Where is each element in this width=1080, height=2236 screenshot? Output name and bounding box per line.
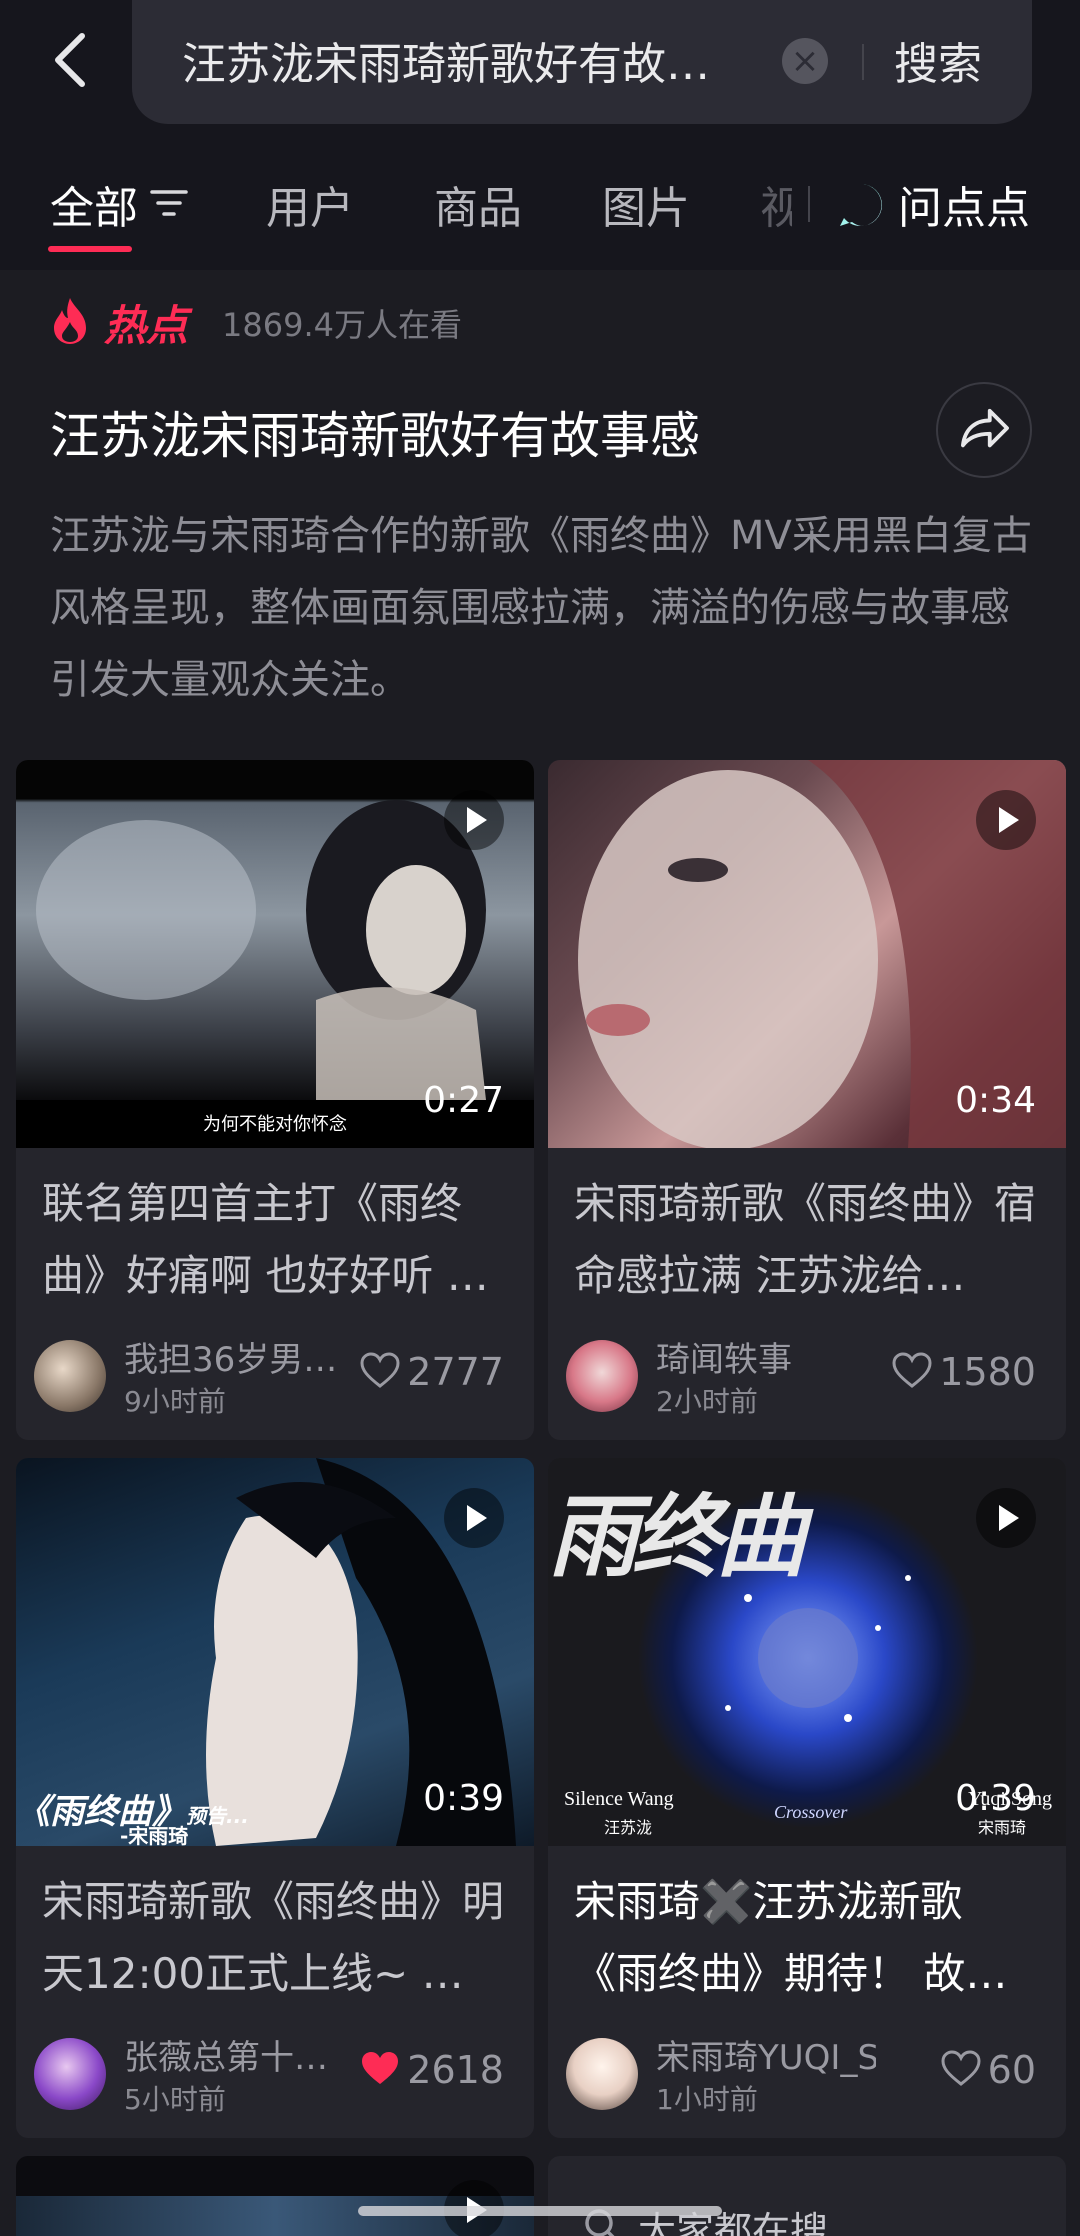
video-card[interactable]: 雨终曲 Silence Wang 汪苏泷 Crossover Yuqi Song… — [548, 1458, 1066, 2138]
active-tab-indicator — [48, 246, 132, 252]
ask-tab[interactable]: 问点点 — [898, 172, 1030, 236]
video-thumbnail[interactable]: 为何不能对你怀念 0:27 — [16, 760, 534, 1148]
card-title[interactable]: 宋雨琦新歌《雨终曲》明天12:00正式上线~ … — [42, 1866, 512, 2010]
play-icon — [976, 1488, 1036, 1548]
avatar[interactable] — [566, 2038, 638, 2110]
heart-outline-icon — [941, 2050, 981, 2086]
author-name[interactable]: 张薇总第十… — [124, 2030, 344, 2079]
video-thumbnail[interactable]: 0:34 — [548, 760, 1066, 1148]
video-card[interactable] — [16, 2156, 534, 2236]
album-art-left-cn: 汪苏泷 — [604, 1818, 653, 1837]
author-name[interactable]: 宋雨琦YUQI_S… — [656, 2030, 876, 2079]
heart-outline-icon — [892, 1352, 932, 1388]
video-card[interactable]: 0:34 宋雨琦新歌《雨终曲》宿命感拉满 汪苏泷给… 琦闻轶事 2小时前 158… — [548, 760, 1066, 1440]
like-count: 60 — [987, 2048, 1036, 2092]
overlay-tag: 预告... — [186, 1804, 249, 1828]
video-duration: 0:27 — [423, 1080, 504, 1121]
video-duration: 0:39 — [955, 1778, 1036, 1819]
share-icon — [961, 408, 1009, 448]
trending-searches-card[interactable]: 大家都在搜 — [548, 2156, 1066, 2236]
tab-images[interactable]: 图片 — [602, 172, 690, 236]
video-card[interactable]: 《雨终曲》预告... -宋雨琦 0:39 宋雨琦新歌《雨终曲》明天12:00正式… — [16, 1458, 534, 2138]
heart-outline-icon — [360, 1352, 400, 1388]
album-art-left: Silence Wang — [564, 1788, 674, 1810]
play-icon — [976, 790, 1036, 850]
hot-viewer-count: 1869.4万人在看 — [222, 306, 462, 344]
card-title[interactable]: 宋雨琦✖️汪苏泷新歌《雨终曲》期待！ 故… — [574, 1866, 1044, 2010]
album-art-title: 雨终曲 — [548, 1484, 806, 1590]
video-thumbnail[interactable]: 《雨终曲》预告... -宋雨琦 0:39 — [16, 1458, 534, 1846]
author-name[interactable]: 我担36岁男… — [124, 1332, 344, 1381]
play-icon — [444, 1488, 504, 1548]
avatar[interactable] — [566, 1340, 638, 1412]
like-count: 1580 — [939, 1350, 1036, 1394]
author-name[interactable]: 琦闻轶事 — [656, 1332, 876, 1381]
like-button[interactable]: 60 — [940, 2048, 1036, 2098]
video-duration: 0:34 — [955, 1080, 1036, 1121]
filter-icon[interactable] — [150, 188, 188, 218]
card-title[interactable]: 宋雨琦新歌《雨终曲》宿命感拉满 汪苏泷给… — [574, 1168, 1044, 1312]
album-art-center: Crossover — [774, 1802, 848, 1822]
like-button[interactable]: 1580 — [891, 1350, 1036, 1400]
video-card[interactable]: 为何不能对你怀念 0:27 联名第四首主打《雨终曲》好痛啊 也好好听 … 我担3… — [16, 760, 534, 1440]
tab-products[interactable]: 商品 — [434, 172, 522, 236]
thumbnail-overlay-sub: -宋雨琦 — [120, 1824, 189, 1846]
post-time: 9小时前 — [124, 1385, 226, 1418]
like-button[interactable]: 2777 — [359, 1350, 504, 1400]
ask-bubble-icon[interactable] — [838, 182, 884, 228]
share-button[interactable] — [936, 382, 1032, 478]
video-thumbnail[interactable]: 雨终曲 Silence Wang 汪苏泷 Crossover Yuqi Song… — [548, 1458, 1066, 1846]
heart-filled-icon — [362, 2052, 399, 2084]
home-indicator[interactable] — [358, 2206, 722, 2216]
card-title[interactable]: 联名第四首主打《雨终曲》好痛啊 也好好听 … — [42, 1168, 512, 1312]
flame-icon — [54, 298, 86, 344]
search-button[interactable]: 搜索 — [894, 28, 982, 92]
post-time: 2小时前 — [656, 1385, 758, 1418]
tab-users[interactable]: 用户 — [266, 172, 354, 236]
avatar[interactable] — [34, 1340, 106, 1412]
top-bar: 汪苏泷宋雨琦新歌好有故… × 搜索 — [0, 0, 1080, 140]
tab-separator — [808, 186, 810, 222]
like-count: 2777 — [407, 1350, 504, 1394]
back-icon[interactable] — [48, 30, 92, 90]
post-time: 1小时前 — [656, 2083, 758, 2116]
clear-icon[interactable]: × — [782, 38, 828, 84]
video-duration: 0:39 — [423, 1778, 504, 1819]
avatar[interactable] — [34, 2038, 106, 2110]
hot-title[interactable]: 汪苏泷宋雨琦新歌好有故事感 — [50, 396, 700, 468]
hot-badge: 热点 — [104, 301, 189, 350]
tab-all[interactable]: 全部 — [50, 172, 138, 236]
divider — [862, 44, 864, 80]
like-button[interactable]: 2618 — [359, 2048, 504, 2098]
search-query[interactable]: 汪苏泷宋雨琦新歌好有故… — [182, 28, 742, 92]
post-time: 5小时前 — [124, 2083, 226, 2116]
like-count: 2618 — [407, 2048, 504, 2092]
play-icon — [444, 790, 504, 850]
tab-overflow-hint: 视 — [760, 183, 792, 234]
search-input[interactable]: 汪苏泷宋雨琦新歌好有故… × 搜索 — [132, 0, 1032, 124]
hot-description: 汪苏泷与宋雨琦合作的新歌《雨终曲》MV采用黑白复古风格呈现，整体画面氛围感拉满，… — [50, 513, 1032, 703]
